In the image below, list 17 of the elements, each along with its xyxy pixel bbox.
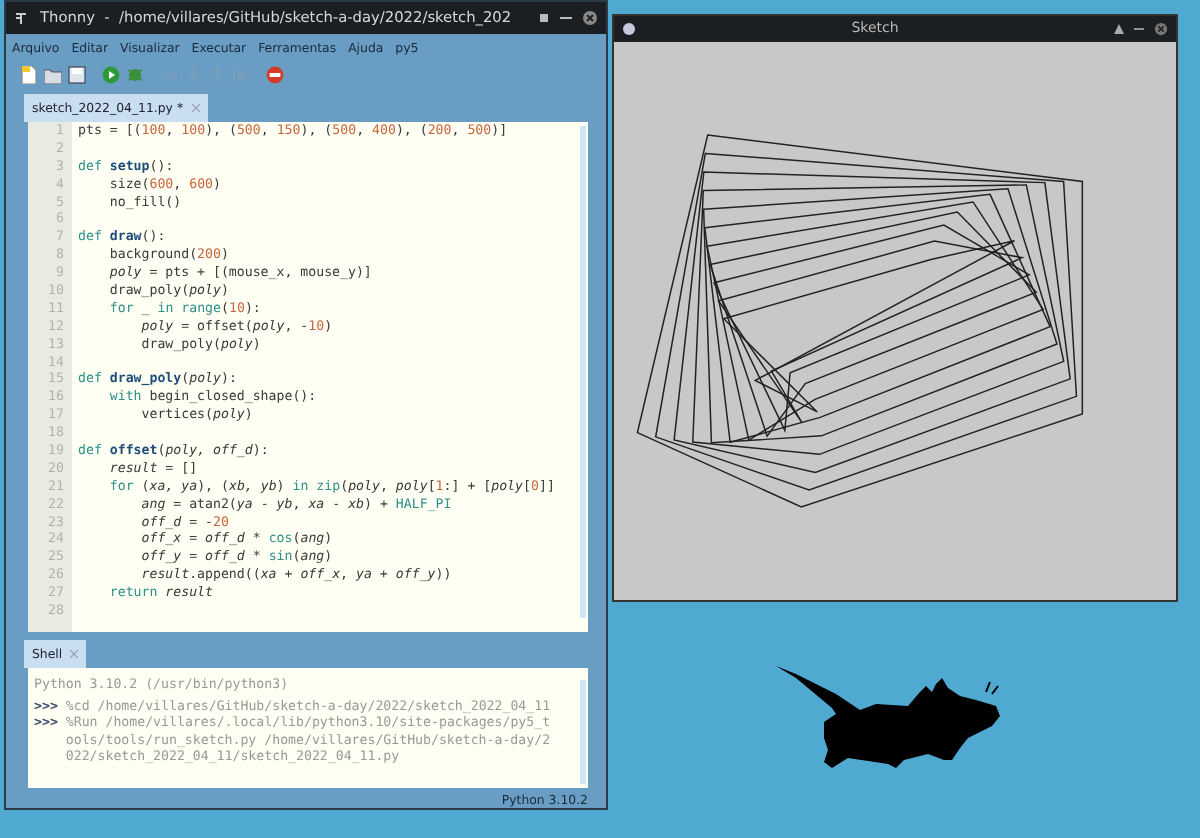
play-icon[interactable] bbox=[102, 66, 120, 84]
maximize-icon[interactable] bbox=[538, 12, 550, 24]
close-icon[interactable] bbox=[582, 10, 598, 26]
save-icon[interactable] bbox=[68, 66, 86, 84]
app-icon bbox=[14, 11, 28, 25]
maximize-icon[interactable] bbox=[1114, 24, 1124, 34]
minimize-icon[interactable] bbox=[1134, 24, 1144, 34]
close-icon[interactable] bbox=[1154, 22, 1168, 36]
shell-panel[interactable] bbox=[28, 668, 588, 788]
stop-icon[interactable] bbox=[266, 66, 284, 84]
scrollbar[interactable] bbox=[580, 126, 586, 618]
scrollbar[interactable] bbox=[580, 680, 586, 784]
code-editor[interactable] bbox=[28, 122, 588, 632]
page-icon[interactable] bbox=[20, 66, 38, 84]
app-icon bbox=[622, 22, 636, 36]
minimize-icon[interactable] bbox=[560, 12, 572, 24]
folder-icon[interactable] bbox=[44, 66, 62, 84]
